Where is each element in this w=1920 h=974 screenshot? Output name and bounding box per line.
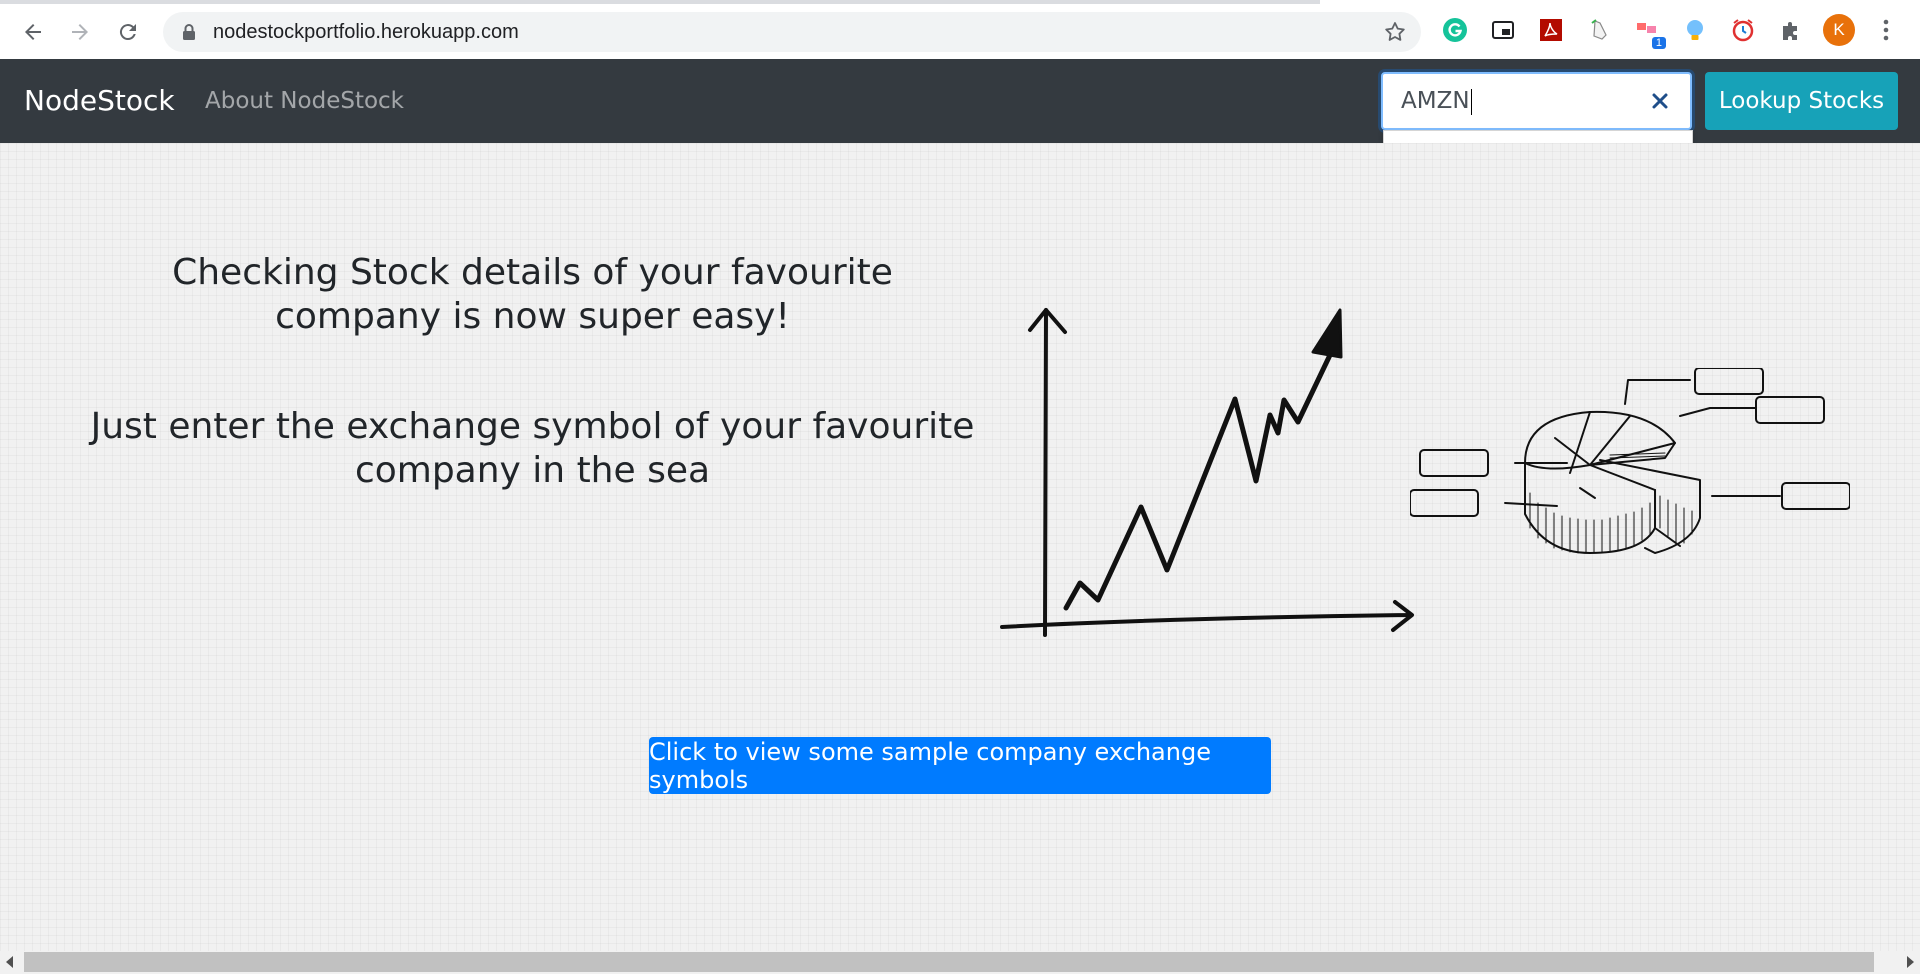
pie-chart-illustration xyxy=(1410,368,1850,554)
lock-icon xyxy=(183,24,195,40)
search-input-value: AMZN xyxy=(1401,88,1472,115)
url-text: nodestockportfolio.herokuapp.com xyxy=(213,21,519,43)
lookup-stocks-button[interactable]: Lookup Stocks xyxy=(1705,72,1898,130)
picture-in-picture-icon[interactable] xyxy=(1488,15,1518,45)
horizontal-scrollbar[interactable] xyxy=(0,951,1920,974)
main-content: Checking Stock details of your favourite… xyxy=(0,143,1920,951)
avatar[interactable]: K xyxy=(1823,14,1855,46)
stock-search-input[interactable]: AMZN xyxy=(1381,72,1692,130)
view-sample-symbols-button[interactable]: Click to view some sample company exchan… xyxy=(649,737,1271,794)
brand-logo[interactable]: NodeStock xyxy=(24,59,175,143)
scrollbar-thumb[interactable] xyxy=(24,952,1874,972)
mouse-icon[interactable] xyxy=(1584,15,1614,45)
star-icon[interactable] xyxy=(1383,20,1407,44)
forward-icon[interactable] xyxy=(62,14,98,50)
browser-toolbar: nodestockportfolio.herokuapp.com 1 K xyxy=(0,0,1920,59)
pdf-icon[interactable] xyxy=(1536,15,1566,45)
address-bar[interactable]: nodestockportfolio.herokuapp.com xyxy=(163,12,1421,52)
extension-badge-icon[interactable]: 1 xyxy=(1632,15,1666,49)
headline-secondary: Just enter the exchange symbol of your f… xyxy=(90,406,975,491)
clear-icon[interactable] xyxy=(1648,89,1672,113)
about-link[interactable]: About NodeStock xyxy=(205,59,404,143)
kebab-menu-icon[interactable] xyxy=(1872,16,1900,44)
reload-icon[interactable] xyxy=(110,14,146,50)
scroll-left-icon[interactable] xyxy=(6,956,13,968)
back-icon[interactable] xyxy=(15,14,51,50)
bulb-icon[interactable] xyxy=(1680,15,1710,45)
line-chart-illustration xyxy=(1000,308,1414,637)
grammarly-icon[interactable] xyxy=(1440,15,1470,45)
headline-primary: Checking Stock details of your favourite… xyxy=(172,252,893,337)
alarm-icon[interactable] xyxy=(1728,15,1758,45)
loading-bar xyxy=(0,0,1320,4)
extension-badge: 1 xyxy=(1651,37,1666,49)
scroll-right-icon[interactable] xyxy=(1907,956,1914,968)
puzzle-icon[interactable] xyxy=(1776,15,1806,45)
text-caret xyxy=(1470,88,1472,115)
